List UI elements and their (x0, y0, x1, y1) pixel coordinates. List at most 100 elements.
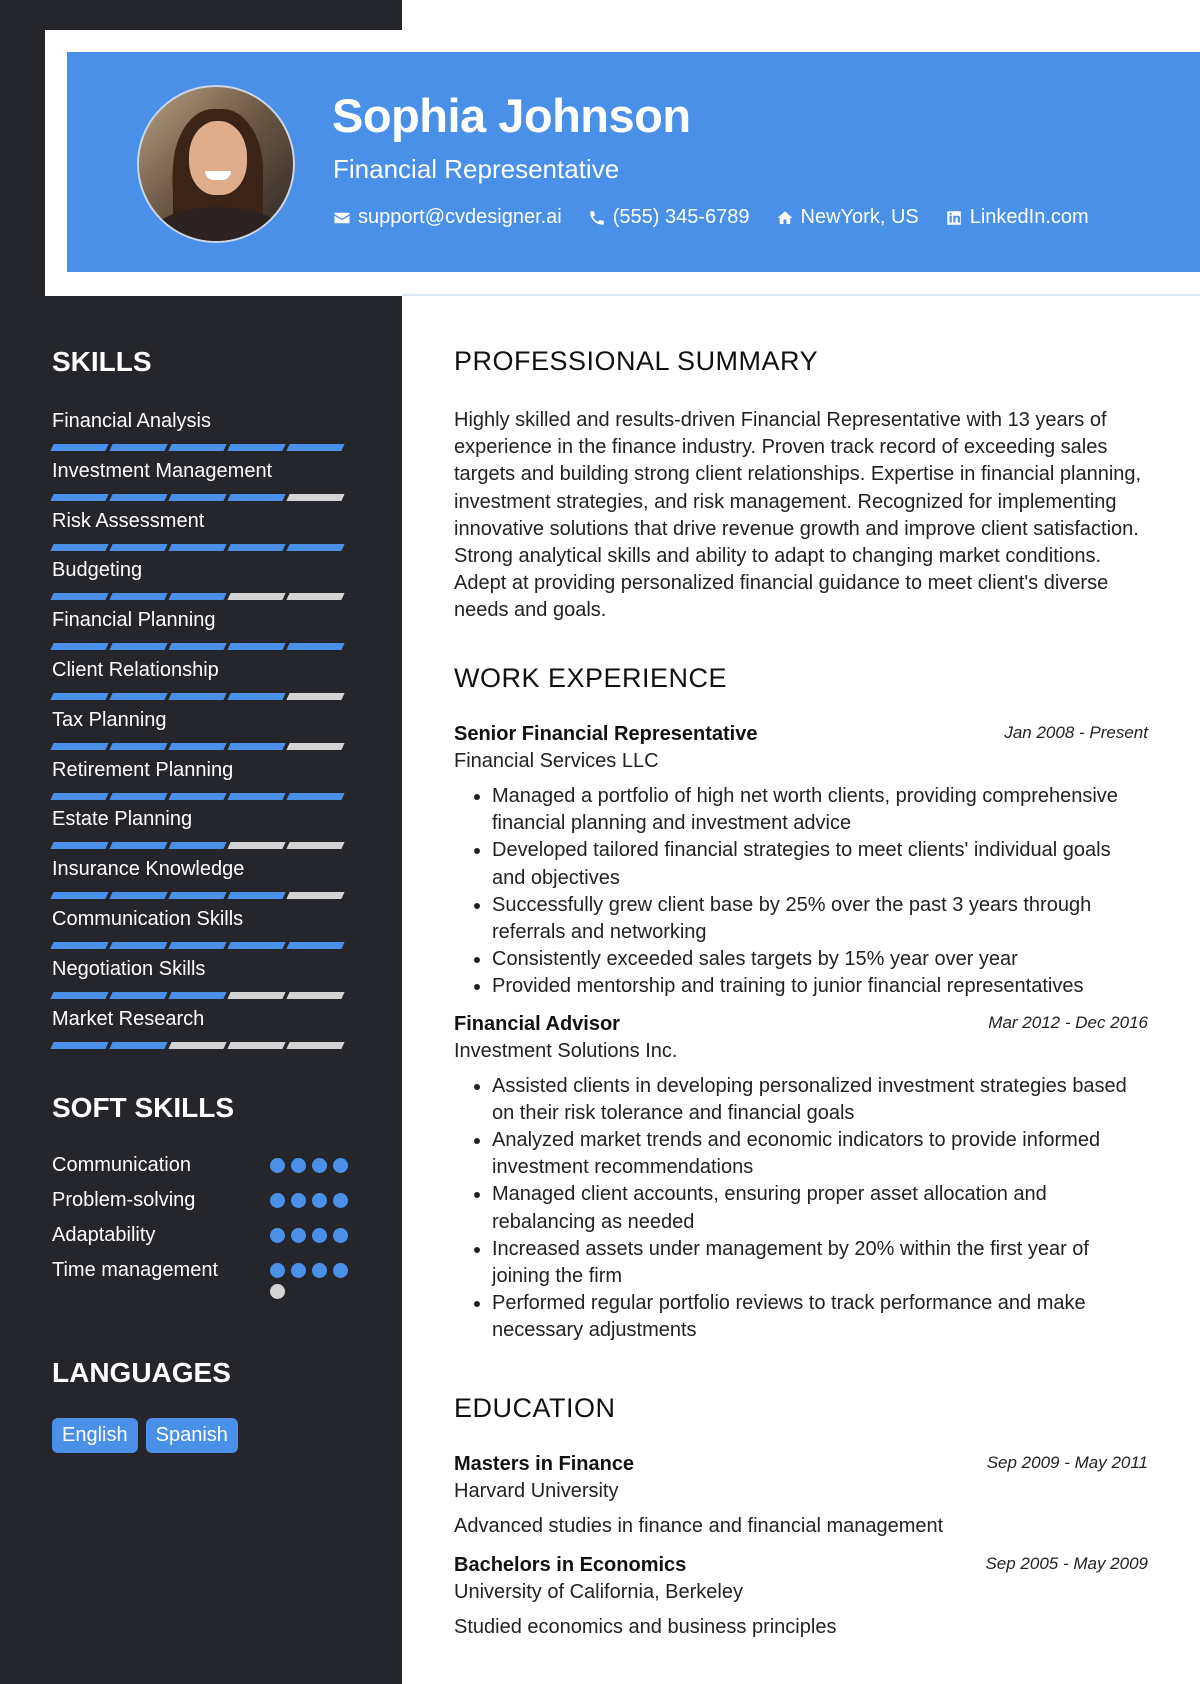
job-bullet: Developed tailored financial strategies … (492, 837, 1148, 891)
skill-segment-empty (286, 593, 345, 601)
summary-section: PROFESSIONAL SUMMARY Highly skilled and … (454, 346, 1148, 625)
job-bullet: Managed a portfolio of high net worth cl… (492, 783, 1148, 837)
skill-segment-empty (286, 842, 345, 850)
skill-segment-empty (286, 493, 345, 501)
rating-dot-filled (291, 1193, 306, 1208)
skill-segment-filled (286, 643, 345, 651)
skill-item: Budgeting (50, 557, 352, 607)
rating-dot-filled (333, 1228, 348, 1243)
envelope-icon (334, 212, 350, 223)
skill-segment-filled (286, 543, 345, 551)
skill-segment-filled (50, 892, 109, 900)
skill-segment-empty (286, 991, 345, 999)
soft-skills-heading: SOFT SKILLS (52, 1092, 234, 1123)
soft-skill-item: Communication (52, 1152, 352, 1187)
skill-name: Financial Analysis (52, 410, 211, 432)
soft-skill-name: Time management (52, 1259, 218, 1281)
contact-linkedin[interactable]: LinkedIn.com (945, 206, 1089, 229)
skill-segment-filled (50, 792, 109, 800)
education-heading: EDUCATION (454, 1393, 616, 1423)
skill-segment-filled (50, 643, 109, 651)
skill-segment-filled (50, 1041, 109, 1049)
skill-segment-filled (50, 692, 109, 700)
job-bullet: Analyzed market trends and economic indi… (492, 1127, 1148, 1181)
soft-skill-name: Communication (52, 1154, 191, 1176)
skill-segment-empty (286, 1041, 345, 1049)
linkedin-icon (946, 210, 961, 225)
skill-name: Risk Assessment (52, 509, 205, 532)
job-bullet: Successfully grew client base by 25% ove… (492, 892, 1148, 946)
skill-segment-filled (109, 941, 168, 949)
skill-segment-filled (168, 991, 227, 999)
avatar (137, 85, 295, 243)
job-bullets: Assisted clients in developing personali… (492, 1073, 1148, 1345)
education-entry: Bachelors in Economics Sep 2005 - May 200… (454, 1552, 1148, 1641)
skill-segment-filled (168, 692, 227, 700)
skill-segment-filled (286, 941, 345, 949)
skill-segment-filled (109, 593, 168, 601)
job-company: Financial Services LLC (454, 750, 659, 772)
skill-segment-filled (109, 892, 168, 900)
skill-name: Insurance Knowledge (52, 858, 245, 881)
contact-phone[interactable]: (555) 345-6789 (588, 206, 750, 229)
job-entry: Financial Advisor Mar 2012 - Dec 2016 Inve… (454, 1011, 1148, 1345)
skill-segment-filled (109, 543, 168, 551)
linkedin-text: LinkedIn.com (969, 206, 1089, 228)
skill-segment-filled (227, 444, 286, 451)
job-bullet: Consistently exceeded sales targets by 1… (492, 946, 1148, 973)
skill-level-bar (50, 892, 352, 900)
candidate-role: Financial Representative (333, 154, 620, 184)
rating-dot-filled (333, 1158, 348, 1173)
soft-skills-list: Communication Problem-solving Adaptability… (52, 1152, 352, 1299)
candidate-name: Sophia Johnson (332, 89, 691, 142)
job-bullet: Managed client accounts, ensuring proper… (492, 1181, 1148, 1235)
skill-segment-filled (50, 493, 109, 501)
avatar-shoulders (149, 207, 287, 241)
skill-segment-empty (286, 742, 345, 750)
skill-level-bar (50, 941, 352, 949)
language-badge: Spanish (145, 1418, 238, 1453)
header-banner: Sophia Johnson Financial Representative … (67, 52, 1200, 272)
languages-list: English Spanish (52, 1418, 238, 1453)
skill-segment-filled (109, 991, 168, 999)
skill-level-bar (50, 444, 352, 451)
skill-level-bar (50, 742, 352, 750)
skill-segment-empty (227, 1041, 286, 1049)
skill-segment-filled (227, 742, 286, 750)
contact-email[interactable]: support@cvdesigner.ai (333, 206, 562, 229)
education-description: Studied economics and business principle… (454, 1616, 837, 1638)
education-description: Advanced studies in finance and financia… (454, 1515, 944, 1537)
phone-text: (555) 345-6789 (612, 206, 750, 228)
skill-level-bar (50, 643, 352, 651)
education-date: Sep 2009 - May 2011 (986, 1453, 1148, 1472)
skill-item: Financial Planning (50, 607, 352, 657)
location-text: NewYork, US (800, 206, 919, 228)
skill-segment-filled (227, 941, 286, 949)
job-company: Investment Solutions Inc. (454, 1039, 678, 1062)
skill-item: Insurance Knowledge (50, 856, 352, 906)
skill-segment-filled (286, 792, 345, 800)
skill-segment-filled (109, 692, 168, 700)
education-list: Masters in Finance Sep 2009 - May 2011 Har… (454, 1451, 1148, 1641)
contact-list: support@cvdesigner.ai (555) 345-6789 New… (333, 206, 1089, 229)
skill-level-bar (50, 493, 352, 501)
skill-segment-filled (168, 543, 227, 551)
skill-segment-filled (109, 493, 168, 501)
skill-segment-filled (286, 444, 345, 451)
avatar-face (189, 121, 247, 195)
skill-segment-filled (227, 493, 286, 501)
job-entry: Senior Financial Representative Jan 2008 … (454, 721, 1148, 1001)
rating-dot-filled (270, 1193, 285, 1208)
skill-name: Estate Planning (52, 808, 193, 831)
skill-segment-filled (227, 792, 286, 800)
skill-segment-empty (168, 1041, 227, 1049)
soft-skill-rating (270, 1222, 352, 1243)
skill-item: Negotiation Skills (50, 956, 352, 1006)
skill-segment-filled (50, 543, 109, 551)
rating-dot-filled (312, 1158, 327, 1173)
soft-skill-rating (270, 1187, 352, 1208)
soft-skill-name: Adaptability (52, 1224, 156, 1246)
job-date: Mar 2012 - Dec 2016 (988, 1012, 1148, 1032)
skill-item: Risk Assessment (50, 508, 352, 558)
header-divider (402, 294, 1200, 296)
